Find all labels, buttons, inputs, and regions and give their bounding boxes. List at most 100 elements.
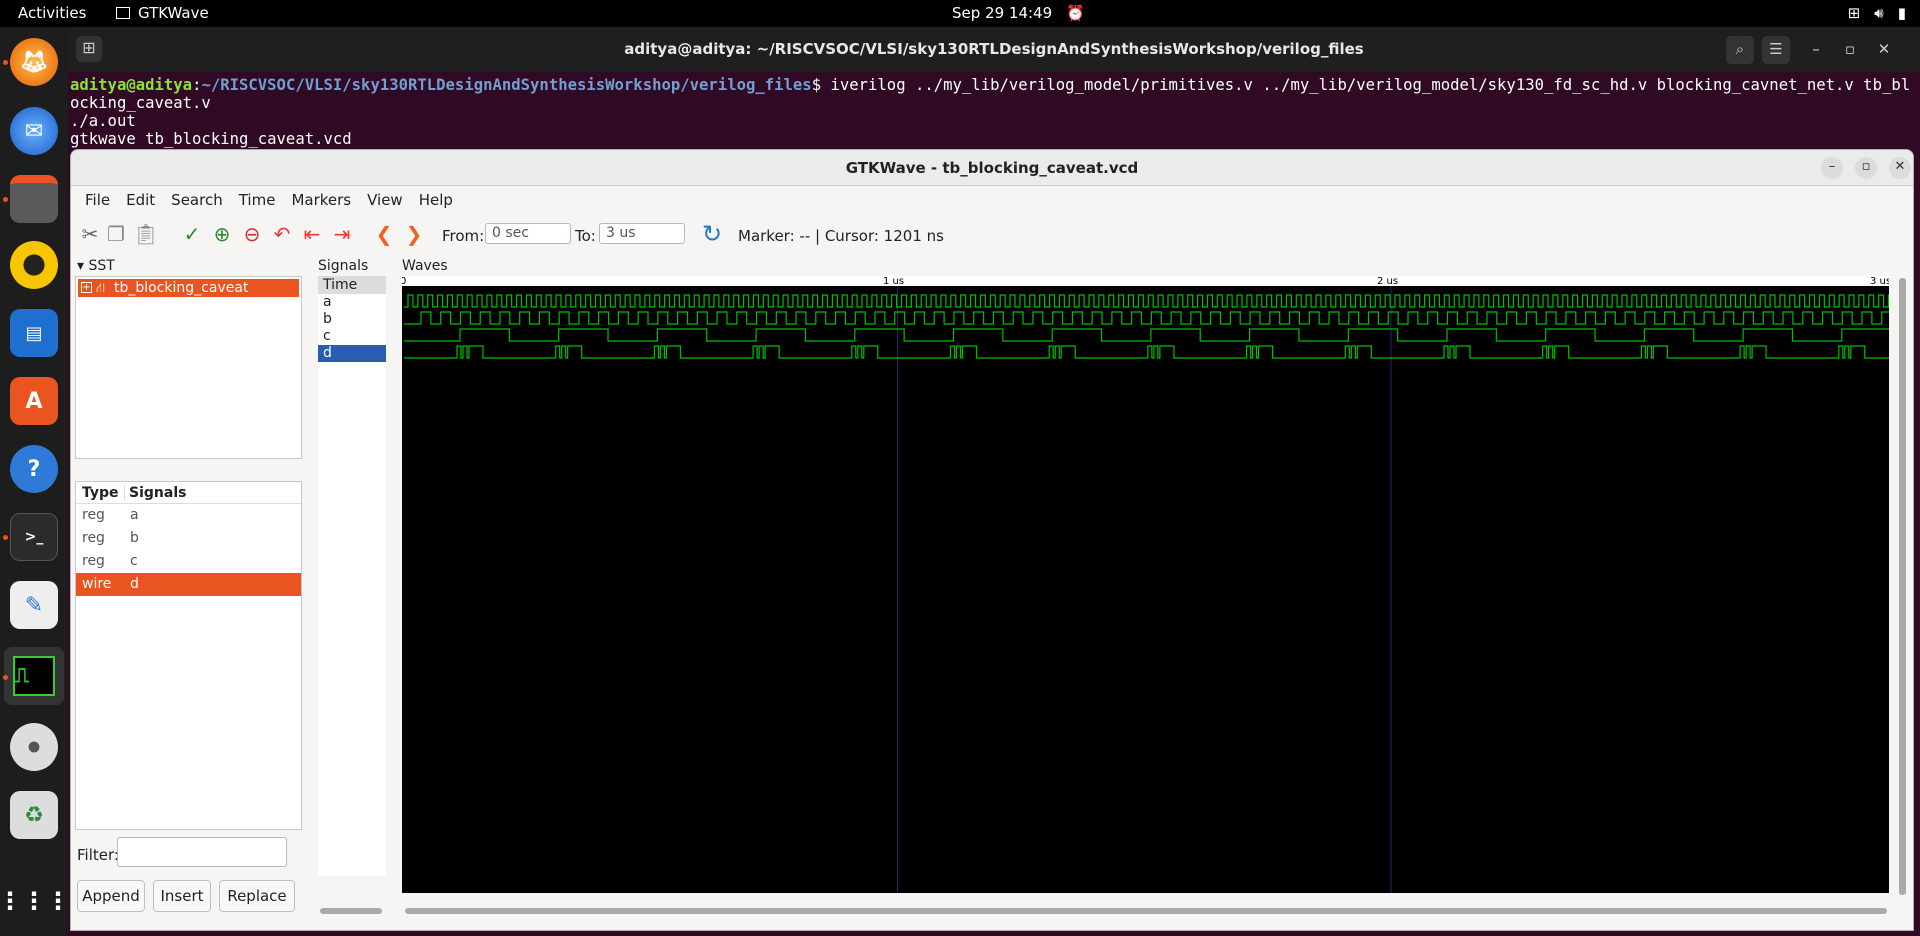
paste-icon[interactable]: 📋︎ bbox=[133, 221, 159, 247]
minimize-icon[interactable]: – bbox=[1821, 157, 1843, 179]
zoom-out-icon[interactable]: ⊖ bbox=[239, 221, 265, 247]
app-grid-icon[interactable]: ⋮⋮⋮ bbox=[0, 877, 70, 925]
cut-icon[interactable]: ✂ bbox=[77, 221, 103, 247]
reload-icon[interactable]: ↻ bbox=[699, 221, 725, 247]
app-center-icon[interactable]: A bbox=[10, 377, 58, 425]
row-type: reg bbox=[82, 507, 105, 523]
table-row-selected[interactable]: wire d bbox=[76, 573, 301, 596]
prev-edge-icon[interactable]: ❮ bbox=[371, 221, 397, 247]
maximize-icon[interactable]: ▫ bbox=[1855, 157, 1877, 179]
signals-scrollbar[interactable] bbox=[320, 908, 382, 914]
row-signal: d bbox=[130, 576, 139, 592]
gtkwave-titlebar: GTKWave - tb_blocking_caveat.vcd – ▫ ✕ bbox=[71, 150, 1913, 186]
gtkwave-dock-glyph: ⎍ bbox=[13, 656, 55, 696]
terminal-icon[interactable]: >_ bbox=[10, 513, 58, 561]
append-button[interactable]: Append bbox=[77, 880, 145, 912]
to-label: To: bbox=[575, 227, 596, 245]
from-field[interactable]: 0 sec bbox=[485, 223, 571, 244]
gtkwave-icon[interactable]: ⎍ bbox=[4, 647, 64, 705]
output-line: gtkwave tb_blocking_caveat.vcd bbox=[70, 130, 352, 148]
close-icon[interactable]: ✕ bbox=[1870, 36, 1898, 64]
row-signal: b bbox=[130, 530, 139, 546]
menu-view[interactable]: View bbox=[359, 191, 411, 209]
row-type: reg bbox=[82, 553, 105, 569]
tick-label-1us: 1 us bbox=[883, 276, 904, 287]
maximize-icon[interactable]: ▫ bbox=[1836, 36, 1864, 64]
table-row[interactable]: reg c bbox=[76, 550, 301, 573]
waves-canvas[interactable]: 0 1 us 2 us 3 us bbox=[402, 276, 1889, 893]
to-field[interactable]: 3 us bbox=[599, 223, 685, 244]
running-indicator bbox=[3, 197, 8, 202]
signal-time[interactable]: Time bbox=[318, 276, 386, 294]
running-indicator bbox=[3, 60, 8, 65]
row-type: reg bbox=[82, 530, 105, 546]
terminal-header: ⊞ aditya@aditya: ~/RISCVSOC/VLSI/sky130R… bbox=[68, 27, 1920, 72]
row-signal: c bbox=[130, 553, 138, 569]
tick-label-0: 0 bbox=[402, 276, 406, 287]
trash-icon[interactable]: ♻ bbox=[10, 791, 58, 839]
undo-zoom-icon[interactable]: ↶ bbox=[269, 221, 295, 247]
sst-label: SST bbox=[88, 258, 115, 274]
help-icon[interactable]: ? bbox=[10, 445, 58, 493]
terminal-output[interactable]: aditya@aditya:~/RISCVSOC/VLSI/sky130RTLD… bbox=[68, 72, 1920, 152]
table-row[interactable]: reg a bbox=[76, 504, 301, 527]
signals-pane[interactable]: Time a b c d bbox=[318, 276, 386, 876]
menu-help[interactable]: Help bbox=[411, 191, 461, 209]
firefox-icon[interactable]: 🦊︎ bbox=[10, 38, 58, 86]
next-edge-icon[interactable]: ❯ bbox=[401, 221, 427, 247]
text-editor-icon[interactable]: ✎ bbox=[10, 581, 58, 629]
menu-time[interactable]: Time bbox=[231, 191, 284, 209]
filter-input[interactable] bbox=[117, 837, 287, 867]
thunderbird-icon[interactable]: ✉ bbox=[10, 107, 58, 155]
zoom-in-icon[interactable]: ⊕ bbox=[209, 221, 235, 247]
signal-d[interactable]: d bbox=[318, 345, 386, 362]
signal-b[interactable]: b bbox=[318, 311, 386, 328]
app-menu[interactable]: GTKWave bbox=[116, 4, 209, 22]
alarm-icon: ⏰ bbox=[1066, 4, 1085, 22]
signal-a[interactable]: a bbox=[318, 294, 386, 311]
output-line: ./a.out bbox=[70, 112, 136, 130]
time-ruler bbox=[402, 276, 1889, 286]
filter-label: Filter: bbox=[77, 846, 119, 864]
copy-icon[interactable]: ❐ bbox=[103, 221, 129, 247]
menu-markers[interactable]: Markers bbox=[283, 191, 359, 209]
system-tray[interactable]: ⊞ 🔊︎ ▮ bbox=[1848, 4, 1906, 22]
rhythmbox-icon[interactable] bbox=[10, 241, 58, 289]
replace-button[interactable]: Replace bbox=[219, 880, 295, 912]
dock: 🦊︎ ✉ ▤ A ? >_ ✎ ⎍ ♻ ⋮⋮⋮ bbox=[0, 27, 70, 936]
insert-button[interactable]: Insert bbox=[153, 880, 211, 912]
menu-icon[interactable]: ☰ bbox=[1762, 36, 1790, 64]
sst-expander[interactable]: ▾ SST bbox=[77, 258, 115, 274]
waves-horizontal-scrollbar[interactable] bbox=[405, 908, 1887, 914]
minimize-icon[interactable]: – bbox=[1802, 36, 1830, 64]
clock[interactable]: Sep 29 14:49 ⏰ bbox=[952, 4, 1085, 22]
menu-edit[interactable]: Edit bbox=[118, 191, 163, 209]
writer-icon[interactable]: ▤ bbox=[10, 309, 58, 357]
disc-icon[interactable] bbox=[10, 723, 58, 771]
column-type[interactable]: Type bbox=[82, 485, 119, 501]
tree-item-root[interactable]: + ⛙ tb_blocking_caveat bbox=[78, 279, 299, 297]
zoom-end-icon[interactable]: ⇥ bbox=[329, 221, 355, 247]
table-row[interactable]: reg b bbox=[76, 527, 301, 550]
prompt-user: aditya@aditya bbox=[70, 76, 193, 94]
search-icon[interactable]: ⌕ bbox=[1726, 36, 1754, 64]
window-title: GTKWave - tb_blocking_caveat.vcd bbox=[845, 159, 1139, 177]
sst-tree[interactable]: + ⛙ tb_blocking_caveat bbox=[75, 276, 302, 459]
row-signal: a bbox=[130, 507, 139, 523]
tick-label-2us: 2 us bbox=[1377, 276, 1398, 287]
marker-cursor-readout: Marker: -- | Cursor: 1201 ns bbox=[738, 227, 944, 245]
column-signals[interactable]: Signals bbox=[124, 485, 186, 501]
top-bar: Activities GTKWave Sep 29 14:49 ⏰ ⊞ 🔊︎ ▮ bbox=[0, 0, 1920, 27]
vertical-scrollbar[interactable] bbox=[1899, 278, 1906, 895]
close-icon[interactable]: ✕ bbox=[1889, 157, 1911, 179]
table-header: Type Signals bbox=[76, 482, 301, 504]
activities-button[interactable]: Activities bbox=[18, 4, 86, 22]
terminal-title: aditya@aditya: ~/RISCVSOC/VLSI/sky130RTL… bbox=[624, 40, 1364, 58]
menu-search[interactable]: Search bbox=[163, 191, 231, 209]
signal-c[interactable]: c bbox=[318, 328, 386, 345]
zoom-start-icon[interactable]: ⇤ bbox=[299, 221, 325, 247]
expand-icon[interactable]: + bbox=[81, 282, 92, 293]
menu-file[interactable]: File bbox=[77, 191, 118, 209]
files-icon[interactable] bbox=[10, 175, 58, 223]
zoom-fit-icon[interactable]: ✓ bbox=[179, 221, 205, 247]
